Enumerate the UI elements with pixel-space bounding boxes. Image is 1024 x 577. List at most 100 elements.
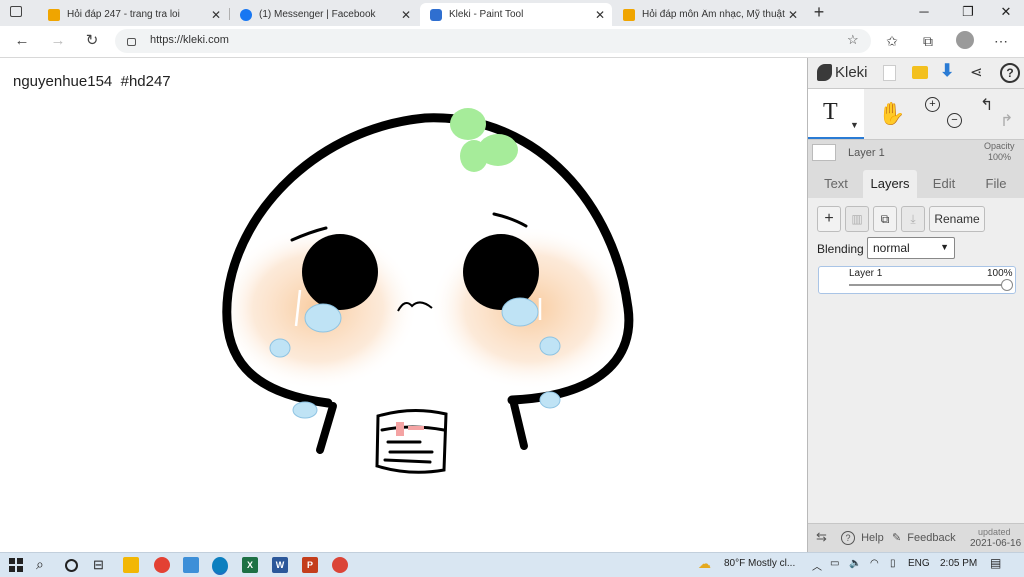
powerpoint-icon[interactable]: P <box>302 557 318 573</box>
layer-list-item[interactable]: Layer 1 100% <box>818 266 1016 294</box>
share-icon[interactable]: ⋖ <box>970 63 983 81</box>
notification-icon[interactable]: ▤ <box>990 556 1001 570</box>
more-menu-icon[interactable]: ⋯ <box>990 31 1012 51</box>
search-icon[interactable]: ⌕ <box>36 556 44 573</box>
chevron-down-icon[interactable]: ▼ <box>850 120 859 130</box>
open-folder-icon[interactable] <box>912 66 928 79</box>
tab-title: (1) Messenger | Facebook <box>259 9 376 20</box>
layer-thumbnail <box>824 273 840 285</box>
layer-thumbnail <box>812 144 836 161</box>
merge-down-button[interactable]: ⤓ <box>901 206 925 232</box>
favorites-icon[interactable]: ✩ <box>881 31 903 51</box>
tab-file[interactable]: File <box>972 170 1020 198</box>
kleki-bottom-bar: ⇆ ? Help ✎ Feedback updated 2021-06-16 <box>808 523 1024 553</box>
text-tool-button[interactable]: T ▼ <box>808 89 864 139</box>
file-explorer-icon[interactable] <box>123 557 139 573</box>
tab-edit[interactable]: Edit <box>920 170 968 198</box>
blending-select-value: normal <box>873 241 910 255</box>
close-icon[interactable]: ✕ <box>208 8 224 22</box>
redo-icon[interactable]: ↱ <box>1000 111 1013 131</box>
zoom-out-icon[interactable]: − <box>947 113 962 128</box>
drawing-canvas[interactable]: nguyenhue154 #hd247 <box>0 58 807 552</box>
url-text: https://kleki.com <box>150 34 229 46</box>
cortana-icon[interactable] <box>65 559 78 572</box>
tab-layers[interactable]: Layers <box>863 170 917 198</box>
close-icon[interactable]: ✕ <box>592 8 608 22</box>
google-chrome-icon[interactable] <box>332 557 348 573</box>
blending-select[interactable]: normal ▼ <box>867 237 955 259</box>
bookmark-star-icon[interactable]: ☆ <box>847 32 859 48</box>
chrome-icon[interactable] <box>154 557 170 573</box>
right-eyebrow <box>492 212 528 228</box>
wifi-icon[interactable]: ◠ <box>870 558 879 569</box>
help-label: Help <box>861 532 884 544</box>
undo-icon[interactable]: ↰ <box>980 95 993 115</box>
tab-hd247-music[interactable]: Hỏi đáp môn Âm nhạc, Mỹ thuật ✕ <box>613 3 805 26</box>
profile-avatar[interactable] <box>956 31 974 49</box>
back-button[interactable]: ← <box>11 31 33 51</box>
forward-button[interactable]: → <box>47 31 69 51</box>
rename-layer-button[interactable]: Rename <box>929 206 985 232</box>
clock-time[interactable]: 2:05 PM <box>940 558 977 569</box>
box-pink-mark <box>396 422 404 436</box>
edge-icon[interactable] <box>212 557 228 575</box>
help-circle-icon: ? <box>841 531 855 545</box>
address-bar: ← → ↻ https://kleki.com ☆ ✩ ⧉ ⋯ <box>0 26 1024 58</box>
url-field[interactable]: https://kleki.com ☆ <box>115 29 871 53</box>
windows-start-icon[interactable] <box>9 558 23 572</box>
tab-actions-icon[interactable] <box>10 6 22 17</box>
language-indicator[interactable]: ENG <box>908 558 930 569</box>
layer-item-name: Layer 1 <box>849 268 883 279</box>
blending-label: Blending <box>817 242 864 256</box>
zoom-in-icon[interactable]: + <box>925 97 940 112</box>
computer-icon[interactable] <box>183 557 199 573</box>
current-layer-row[interactable]: Layer 1 Opacity 100% <box>808 140 1024 164</box>
new-tab-button[interactable]: + <box>809 2 829 22</box>
volume-icon[interactable]: 🔈 <box>849 558 861 569</box>
updated-label: updated <box>978 527 1011 537</box>
tab-messenger[interactable]: (1) Messenger | Facebook ✕ <box>230 3 418 26</box>
duplicate-layer-button[interactable]: ⧉ <box>873 206 897 232</box>
weather-text[interactable]: 80°F Mostly cl... <box>724 558 795 569</box>
tool-row: T ▼ ✋ + − ↰ ↱ <box>808 89 1024 140</box>
restore-button[interactable]: ❐ <box>948 2 988 22</box>
word-icon[interactable]: W <box>272 557 288 573</box>
help-button[interactable]: ? Help <box>841 531 884 545</box>
close-icon[interactable]: ✕ <box>785 8 801 22</box>
tab-kleki[interactable]: Kleki - Paint Tool ✕ <box>420 3 612 26</box>
swap-side-icon[interactable]: ⇆ <box>816 529 827 545</box>
excel-icon[interactable]: X <box>242 557 258 573</box>
lock-icon <box>127 38 136 46</box>
help-icon[interactable]: ? <box>1000 63 1020 83</box>
refresh-button[interactable]: ↻ <box>81 31 103 51</box>
opacity-slider-handle[interactable] <box>1001 279 1013 291</box>
minimize-button[interactable]: ─ <box>904 2 944 22</box>
feedback-button[interactable]: ✎ Feedback <box>892 531 956 544</box>
close-icon[interactable]: ✕ <box>398 8 414 22</box>
collections-icon[interactable]: ⧉ <box>917 31 939 51</box>
task-view-icon[interactable]: ⊟ <box>93 557 104 573</box>
layers-panel: + ▥ ⧉ ⤓ Rename Blending normal ▼ Layer 1… <box>808 198 1024 523</box>
hd247-icon <box>623 8 635 21</box>
tab-title: Hỏi đáp môn Âm nhạc, Mỹ thuật <box>642 9 785 20</box>
network-icon[interactable]: ▭ <box>830 558 839 569</box>
battery-icon[interactable]: ▯ <box>890 558 896 569</box>
kleki-icon <box>430 8 442 21</box>
kleki-logo-text: Kleki <box>835 64 868 81</box>
opacity-label: Opacity <box>984 141 1015 151</box>
weather-icon[interactable]: ☁ <box>698 556 711 572</box>
new-image-icon[interactable] <box>883 65 896 81</box>
opacity-slider-track[interactable] <box>849 284 1007 286</box>
right-eye <box>463 234 539 310</box>
layer-item-opacity: 100% <box>987 268 1013 279</box>
show-hidden-icons[interactable]: ︿ <box>812 558 822 573</box>
hand-tool-icon[interactable]: ✋ <box>878 101 905 127</box>
delete-layer-button[interactable]: ▥ <box>845 206 869 232</box>
feedback-label: Feedback <box>907 532 956 544</box>
add-layer-button[interactable]: + <box>817 206 841 232</box>
tab-text[interactable]: Text <box>812 170 860 198</box>
tab-hd247[interactable]: Hỏi đáp 247 - trang tra loi ✕ <box>38 3 228 26</box>
close-window-button[interactable]: ✕ <box>986 2 1024 22</box>
opacity-value: 100% <box>988 152 1012 162</box>
download-icon[interactable]: ⬇ <box>940 61 954 81</box>
